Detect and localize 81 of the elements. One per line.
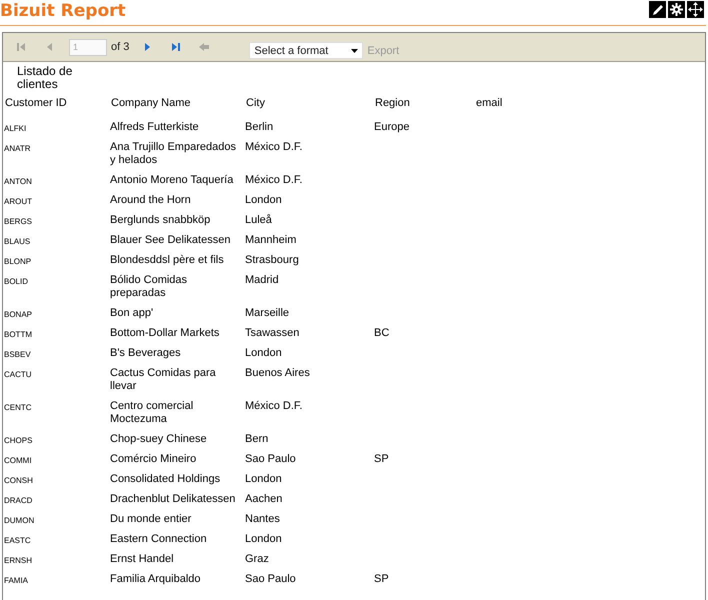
- table-cell: CONSH: [4, 476, 33, 485]
- table-cell: Du monde entier: [110, 513, 192, 525]
- table-cell: Chop-suey Chinese: [110, 433, 207, 445]
- table-cell: Bern: [245, 433, 268, 445]
- column-header: Region: [374, 97, 411, 111]
- table-cell: Nantes: [245, 513, 280, 525]
- table-cell: Aachen: [245, 493, 282, 505]
- table-cell: ANTON: [4, 177, 32, 186]
- column-header: City: [245, 97, 266, 111]
- table-cell: Madrid: [245, 274, 279, 286]
- table-cell: Strasbourg: [245, 254, 299, 266]
- table-cell: FAMIA: [4, 576, 28, 585]
- table-cell: London: [245, 347, 282, 359]
- table-cell: Eastern Connection: [110, 533, 207, 545]
- table-cell: México D.F.: [245, 174, 302, 186]
- table-cell: London: [245, 473, 282, 485]
- table-cell: SP: [374, 453, 389, 465]
- table-cell: ALFKI: [4, 124, 26, 133]
- table-cell: Luleå: [245, 214, 272, 226]
- first-arrow-icon: [14, 40, 28, 54]
- table-cell: Bólido Comidas preparadas: [110, 274, 188, 299]
- table-cell: EASTC: [4, 536, 31, 545]
- table-cell: SP: [374, 573, 389, 585]
- table-cell: Europe: [374, 121, 410, 133]
- settings-icon[interactable]: [668, 1, 685, 18]
- table-cell: BLONP: [4, 257, 32, 266]
- table-cell: London: [245, 533, 282, 545]
- column-header: Customer ID: [4, 97, 68, 111]
- table-cell: Ana Trujillo Emparedados y helados: [110, 141, 236, 166]
- table-cell: AROUT: [4, 197, 32, 206]
- table-cell: Blondesddsl père et fils: [110, 254, 224, 266]
- table-cell: Ernst Handel: [110, 553, 174, 565]
- table-cell: Sao Paulo: [245, 573, 296, 585]
- table-cell: Mannheim: [245, 234, 296, 246]
- table-cell: BONAP: [4, 310, 32, 319]
- table-cell: BLAUS: [4, 237, 30, 246]
- table-cell: CENTC: [4, 403, 32, 412]
- dropdown-icon: [351, 48, 358, 52]
- table-cell: Cactus Comidas para llevar: [110, 367, 216, 392]
- table-cell: DRACD: [4, 496, 32, 505]
- report-title: Bizuit Report: [0, 0, 126, 22]
- table-cell: BC: [374, 327, 390, 339]
- table-cell: Bon app': [110, 307, 154, 319]
- column-header: email: [475, 97, 504, 111]
- table-cell: Buenos Aires: [245, 367, 310, 379]
- page-count: of 3: [111, 41, 130, 53]
- table-cell: Tsawassen: [245, 327, 300, 339]
- report-heading: Listado de clientes: [16, 63, 74, 91]
- table-cell: BOLID: [4, 277, 28, 286]
- table-cell: BSBEV: [4, 350, 31, 359]
- table-cell: Around the Horn: [110, 194, 191, 206]
- table-cell: ERNSH: [4, 556, 32, 565]
- table-cell: Antonio Moreno Taquería: [110, 174, 234, 186]
- table-cell: Alfreds Futterkiste: [110, 121, 199, 133]
- table-cell: DUMON: [4, 516, 34, 525]
- move-icon[interactable]: [687, 1, 704, 18]
- table-cell: Consolidated Holdings: [110, 473, 220, 485]
- table-cell: México D.F.: [245, 141, 302, 153]
- table-cell: Bottom-Dollar Markets: [110, 327, 220, 339]
- table-cell: Berglunds snabbköp: [110, 214, 210, 226]
- table-cell: Drachenblut Delikatessen: [110, 493, 236, 505]
- column-header: Company Name: [110, 97, 192, 111]
- table-cell: México D.F.: [245, 400, 302, 412]
- table-cell: Sao Paulo: [245, 453, 296, 465]
- table-cell: B's Beverages: [110, 347, 181, 359]
- table-cell: ANATR: [4, 144, 31, 153]
- table-cell: London: [245, 194, 282, 206]
- table-cell: COMMI: [4, 456, 32, 465]
- table-cell: CHOPS: [4, 436, 32, 445]
- table-cell: Marseille: [245, 307, 290, 319]
- table-cell: Centro comercial Moctezuma: [110, 400, 194, 425]
- table-cell: CACTU: [4, 370, 32, 379]
- table-cell: BERGS: [4, 217, 32, 226]
- table-cell: Familia Arquibaldo: [110, 573, 200, 585]
- table-cell: BOTTM: [4, 330, 32, 339]
- table-cell: Berlin: [245, 121, 274, 133]
- table-cell: Graz: [245, 553, 269, 565]
- pencil-icon[interactable]: [649, 1, 666, 18]
- table-cell: Blauer See Delikatessen: [110, 234, 230, 246]
- table-cell: Comércio Mineiro: [110, 453, 196, 465]
- format-select[interactable]: Select a format: [249, 42, 364, 59]
